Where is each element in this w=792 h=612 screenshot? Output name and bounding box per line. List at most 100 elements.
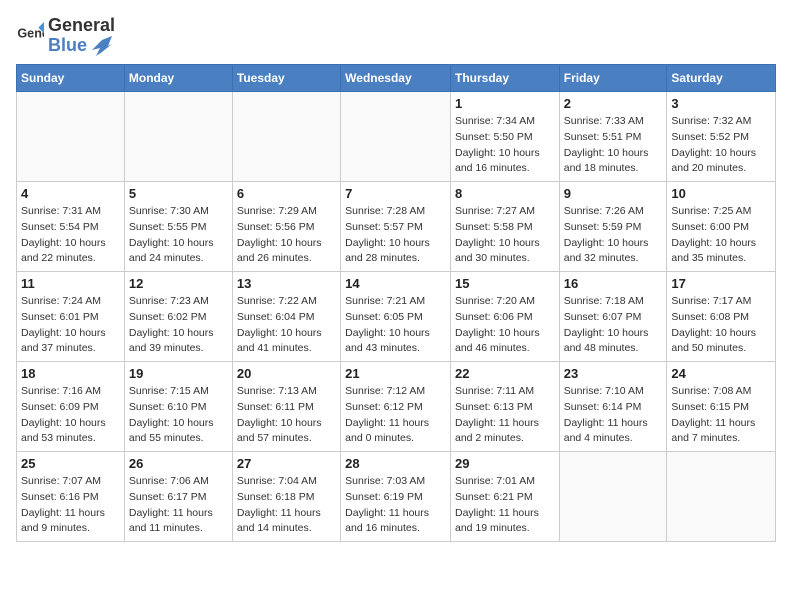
day-info: Sunrise: 7:08 AM Sunset: 6:15 PM Dayligh… <box>671 384 771 447</box>
calendar-cell: 7 Sunrise: 7:28 AM Sunset: 5:57 PM Daylig… <box>341 182 451 272</box>
calendar-cell: 27 Sunrise: 7:04 AM Sunset: 6:18 PM Dayli… <box>232 452 340 542</box>
calendar-cell: 26Sunrise: 7:06 AM Sunset: 6:17 PM Dayli… <box>124 452 232 542</box>
calendar-cell <box>559 452 667 542</box>
day-number: 26 <box>129 456 228 471</box>
day-number: 4 <box>21 186 120 201</box>
day-number: 7 <box>345 186 446 201</box>
calendar-cell: 19 Sunrise: 7:15 AM Sunset: 6:10 PM Dayli… <box>124 362 232 452</box>
day-info: Sunrise: 7:21 AM Sunset: 6:05 PM Dayligh… <box>345 294 446 357</box>
day-number: 3 <box>671 96 771 111</box>
day-number: 17 <box>671 276 771 291</box>
calendar-cell: 17Sunrise: 7:17 AM Sunset: 6:08 PM Dayli… <box>667 272 776 362</box>
day-number: 1 <box>455 96 555 111</box>
calendar-cell: 25 Sunrise: 7:07 AM Sunset: 6:16 PM Dayli… <box>17 452 125 542</box>
day-info: Sunrise: 7:04 AM Sunset: 6:18 PM Dayligh… <box>237 474 336 537</box>
day-number: 24 <box>671 366 771 381</box>
day-info: Sunrise: 7:18 AM Sunset: 6:07 PM Dayligh… <box>564 294 663 357</box>
day-info: Sunrise: 7:32 AM Sunset: 5:52 PM Dayligh… <box>671 114 771 177</box>
calendar-cell: 18 Sunrise: 7:16 AM Sunset: 6:09 PM Dayli… <box>17 362 125 452</box>
day-number: 21 <box>345 366 446 381</box>
day-info: Sunrise: 7:30 AM Sunset: 5:55 PM Dayligh… <box>129 204 228 267</box>
day-number: 27 <box>237 456 336 471</box>
calendar-cell <box>667 452 776 542</box>
day-number: 11 <box>21 276 120 291</box>
day-number: 19 <box>129 366 228 381</box>
day-number: 23 <box>564 366 663 381</box>
calendar-cell: 1 Sunrise: 7:34 AM Sunset: 5:50 PM Daylig… <box>450 92 559 182</box>
logo: General General Blue <box>16 16 115 56</box>
logo-icon: General <box>16 22 44 50</box>
header-saturday: Saturday <box>667 65 776 92</box>
day-number: 6 <box>237 186 336 201</box>
day-info: Sunrise: 7:07 AM Sunset: 6:16 PM Dayligh… <box>21 474 120 537</box>
day-info: Sunrise: 7:15 AM Sunset: 6:10 PM Dayligh… <box>129 384 228 447</box>
calendar-cell: 2 Sunrise: 7:33 AM Sunset: 5:51 PM Daylig… <box>559 92 667 182</box>
header-monday: Monday <box>124 65 232 92</box>
calendar-cell: 20Sunrise: 7:13 AM Sunset: 6:11 PM Dayli… <box>232 362 340 452</box>
logo-general: General <box>48 15 115 35</box>
calendar-week-row: 1 Sunrise: 7:34 AM Sunset: 5:50 PM Daylig… <box>17 92 776 182</box>
header-friday: Friday <box>559 65 667 92</box>
day-info: Sunrise: 7:01 AM Sunset: 6:21 PM Dayligh… <box>455 474 555 537</box>
calendar-cell <box>124 92 232 182</box>
calendar-cell: 10Sunrise: 7:25 AM Sunset: 6:00 PM Dayli… <box>667 182 776 272</box>
day-info: Sunrise: 7:25 AM Sunset: 6:00 PM Dayligh… <box>671 204 771 267</box>
calendar-cell <box>232 92 340 182</box>
calendar-cell: 23 Sunrise: 7:10 AM Sunset: 6:14 PM Dayli… <box>559 362 667 452</box>
logo-bird-icon <box>92 36 112 56</box>
calendar-header-row: SundayMondayTuesdayWednesdayThursdayFrid… <box>17 65 776 92</box>
calendar-week-row: 4 Sunrise: 7:31 AM Sunset: 5:54 PM Daylig… <box>17 182 776 272</box>
day-info: Sunrise: 7:12 AM Sunset: 6:12 PM Dayligh… <box>345 384 446 447</box>
calendar-cell: 11 Sunrise: 7:24 AM Sunset: 6:01 PM Dayli… <box>17 272 125 362</box>
day-number: 16 <box>564 276 663 291</box>
day-info: Sunrise: 7:34 AM Sunset: 5:50 PM Dayligh… <box>455 114 555 177</box>
day-info: Sunrise: 7:24 AM Sunset: 6:01 PM Dayligh… <box>21 294 120 357</box>
day-info: Sunrise: 7:23 AM Sunset: 6:02 PM Dayligh… <box>129 294 228 357</box>
day-info: Sunrise: 7:28 AM Sunset: 5:57 PM Dayligh… <box>345 204 446 267</box>
header-sunday: Sunday <box>17 65 125 92</box>
day-number: 9 <box>564 186 663 201</box>
header-tuesday: Tuesday <box>232 65 340 92</box>
day-number: 8 <box>455 186 555 201</box>
calendar-cell: 5Sunrise: 7:30 AM Sunset: 5:55 PM Daylig… <box>124 182 232 272</box>
calendar-cell: 29Sunrise: 7:01 AM Sunset: 6:21 PM Dayli… <box>450 452 559 542</box>
day-info: Sunrise: 7:20 AM Sunset: 6:06 PM Dayligh… <box>455 294 555 357</box>
day-info: Sunrise: 7:29 AM Sunset: 5:56 PM Dayligh… <box>237 204 336 267</box>
day-info: Sunrise: 7:16 AM Sunset: 6:09 PM Dayligh… <box>21 384 120 447</box>
calendar-cell: 15 Sunrise: 7:20 AM Sunset: 6:06 PM Dayli… <box>450 272 559 362</box>
calendar-cell: 28 Sunrise: 7:03 AM Sunset: 6:19 PM Dayli… <box>341 452 451 542</box>
calendar-cell: 8 Sunrise: 7:27 AM Sunset: 5:58 PM Daylig… <box>450 182 559 272</box>
calendar-week-row: 11 Sunrise: 7:24 AM Sunset: 6:01 PM Dayli… <box>17 272 776 362</box>
day-number: 25 <box>21 456 120 471</box>
calendar-cell: 24 Sunrise: 7:08 AM Sunset: 6:15 PM Dayli… <box>667 362 776 452</box>
calendar-cell: 3 Sunrise: 7:32 AM Sunset: 5:52 PM Daylig… <box>667 92 776 182</box>
day-info: Sunrise: 7:33 AM Sunset: 5:51 PM Dayligh… <box>564 114 663 177</box>
header-wednesday: Wednesday <box>341 65 451 92</box>
day-number: 12 <box>129 276 228 291</box>
calendar-week-row: 25 Sunrise: 7:07 AM Sunset: 6:16 PM Dayli… <box>17 452 776 542</box>
page-header: General General Blue <box>16 16 776 56</box>
calendar-cell: 14 Sunrise: 7:21 AM Sunset: 6:05 PM Dayli… <box>341 272 451 362</box>
day-info: Sunrise: 7:10 AM Sunset: 6:14 PM Dayligh… <box>564 384 663 447</box>
day-number: 15 <box>455 276 555 291</box>
day-info: Sunrise: 7:27 AM Sunset: 5:58 PM Dayligh… <box>455 204 555 267</box>
day-number: 18 <box>21 366 120 381</box>
calendar-cell: 16 Sunrise: 7:18 AM Sunset: 6:07 PM Dayli… <box>559 272 667 362</box>
calendar-cell: 22Sunrise: 7:11 AM Sunset: 6:13 PM Dayli… <box>450 362 559 452</box>
day-info: Sunrise: 7:22 AM Sunset: 6:04 PM Dayligh… <box>237 294 336 357</box>
day-info: Sunrise: 7:03 AM Sunset: 6:19 PM Dayligh… <box>345 474 446 537</box>
calendar-cell: 6 Sunrise: 7:29 AM Sunset: 5:56 PM Daylig… <box>232 182 340 272</box>
calendar-table: SundayMondayTuesdayWednesdayThursdayFrid… <box>16 64 776 542</box>
day-number: 14 <box>345 276 446 291</box>
calendar-cell: 4 Sunrise: 7:31 AM Sunset: 5:54 PM Daylig… <box>17 182 125 272</box>
calendar-cell <box>341 92 451 182</box>
calendar-cell <box>17 92 125 182</box>
day-info: Sunrise: 7:13 AM Sunset: 6:11 PM Dayligh… <box>237 384 336 447</box>
calendar-week-row: 18 Sunrise: 7:16 AM Sunset: 6:09 PM Dayli… <box>17 362 776 452</box>
day-number: 28 <box>345 456 446 471</box>
header-thursday: Thursday <box>450 65 559 92</box>
day-info: Sunrise: 7:26 AM Sunset: 5:59 PM Dayligh… <box>564 204 663 267</box>
calendar-cell: 12 Sunrise: 7:23 AM Sunset: 6:02 PM Dayli… <box>124 272 232 362</box>
day-number: 2 <box>564 96 663 111</box>
day-info: Sunrise: 7:31 AM Sunset: 5:54 PM Dayligh… <box>21 204 120 267</box>
